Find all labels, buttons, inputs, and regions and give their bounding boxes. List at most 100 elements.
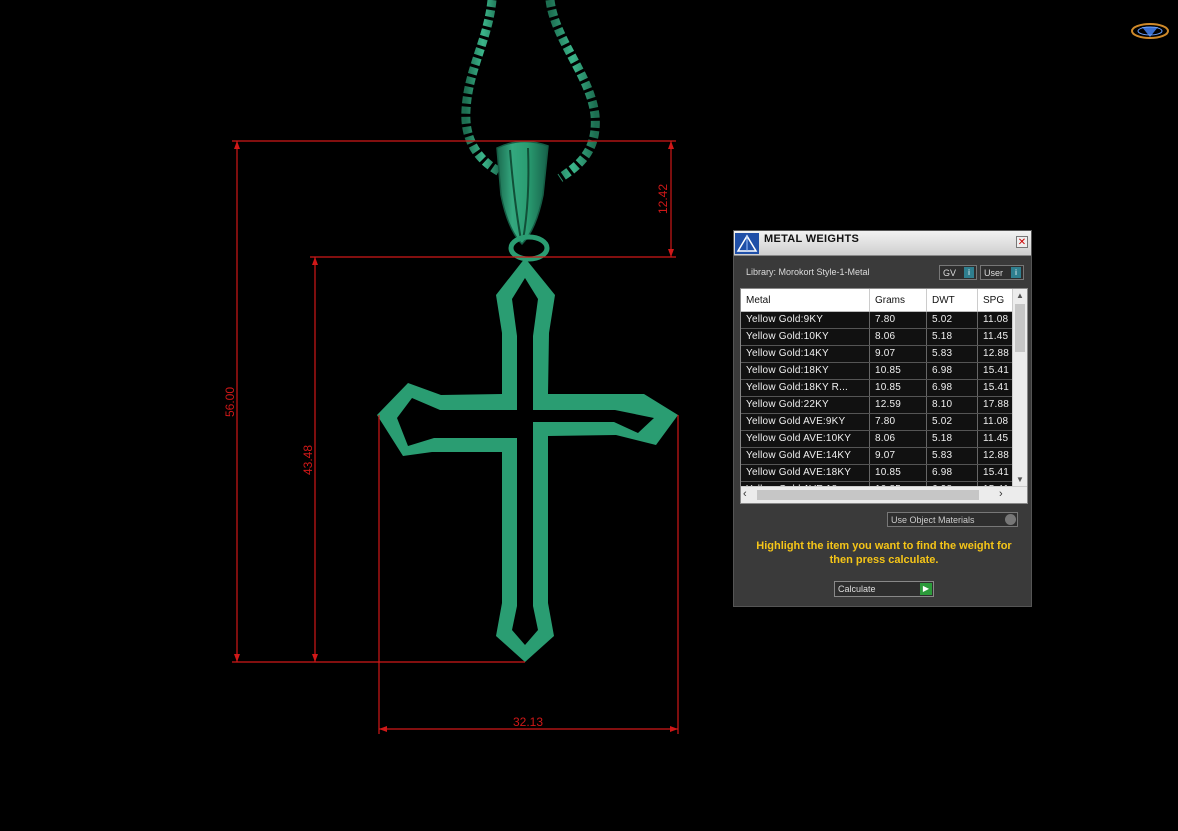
column-divider xyxy=(869,312,870,328)
panel-title: METAL WEIGHTS xyxy=(764,233,860,245)
col-header-grams[interactable]: Grams xyxy=(875,295,905,306)
cell-spg: 15.41 xyxy=(983,365,1010,376)
column-divider xyxy=(869,431,870,447)
table-row[interactable]: Yellow Gold:14KY 9.07 5.83 12.88 xyxy=(741,346,1013,363)
col-header-dwt[interactable]: DWT xyxy=(932,295,955,306)
table-row[interactable]: Yellow Gold AVE:14KY 9.07 5.83 12.88 xyxy=(741,448,1013,465)
cell-spg: 11.08 xyxy=(983,314,1009,325)
column-divider xyxy=(926,414,927,430)
dim-width: 32.13 xyxy=(513,715,543,729)
column-divider xyxy=(926,329,927,345)
info-icon: i xyxy=(1011,267,1021,278)
table-row[interactable]: Yellow Gold:18KY R... 10.85 6.98 15.41 xyxy=(741,380,1013,397)
close-icon[interactable]: ✕ xyxy=(1016,236,1028,248)
cell-metal: Yellow Gold AVE:9KY xyxy=(746,416,846,427)
table-row[interactable]: Yellow Gold:10KY 8.06 5.18 11.45 xyxy=(741,329,1013,346)
user-toggle-label: User xyxy=(984,268,1004,278)
cross-pendant xyxy=(377,258,678,662)
scroll-left-icon[interactable]: ‹ xyxy=(743,487,747,502)
cell-metal: Yellow Gold AVE:18KY xyxy=(746,467,852,478)
column-divider xyxy=(926,431,927,447)
column-divider xyxy=(977,380,978,396)
cell-metal: Yellow Gold:9KY xyxy=(746,314,824,325)
library-label: Library: Morokort Style-1-Metal xyxy=(746,267,870,277)
dim-total-height: 56.00 xyxy=(223,387,237,417)
table-row[interactable]: Yellow Gold AVE:18KY 10.85 6.98 15.41 xyxy=(741,465,1013,482)
gv-toggle[interactable]: GV i xyxy=(939,265,977,280)
cell-spg: 17.88 xyxy=(983,399,1010,410)
column-divider xyxy=(926,346,927,362)
cell-dwt: 6.98 xyxy=(932,365,953,376)
column-divider xyxy=(869,465,870,481)
table-row[interactable]: Yellow Gold AVE:9KY 7.80 5.02 11.08 xyxy=(741,414,1013,431)
dimension-lines xyxy=(232,140,679,734)
column-divider xyxy=(977,312,978,328)
column-divider xyxy=(869,397,870,413)
radio-icon xyxy=(1005,514,1016,525)
table-row[interactable]: Yellow Gold:18KY 10.85 6.98 15.41 xyxy=(741,363,1013,380)
cell-metal: Yellow Gold:18KY xyxy=(746,365,829,376)
cell-dwt: 5.83 xyxy=(932,450,953,461)
column-divider xyxy=(869,448,870,464)
panel-titlebar[interactable]: METAL WEIGHTS ✕ xyxy=(734,231,1031,256)
cell-grams: 10.85 xyxy=(875,382,902,393)
use-object-materials-label: Use Object Materials xyxy=(891,515,975,525)
play-icon: ▶ xyxy=(920,583,932,595)
table-body: Yellow Gold:9KY 7.80 5.02 11.08 Yellow Gold:… xyxy=(741,312,1013,499)
cell-dwt: 5.02 xyxy=(932,314,953,325)
column-divider xyxy=(869,380,870,396)
cell-dwt: 5.83 xyxy=(932,348,953,359)
col-header-metal[interactable]: Metal xyxy=(746,295,770,306)
info-icon: i xyxy=(964,267,974,278)
scroll-up-icon[interactable]: ▲ xyxy=(1013,289,1027,303)
pendant-bail xyxy=(496,140,550,262)
vertical-scrollbar[interactable]: ▲ ▼ xyxy=(1012,289,1027,487)
cell-spg: 12.88 xyxy=(983,348,1010,359)
table-row[interactable]: Yellow Gold:22KY 12.59 8.10 17.88 xyxy=(741,397,1013,414)
metal-table[interactable]: Metal Grams DWT SPG Yellow Gold:9KY 7.80 5… xyxy=(740,288,1028,504)
cell-grams: 7.80 xyxy=(875,416,896,427)
cell-spg: 15.41 xyxy=(983,467,1010,478)
dim-bail-height: 12.42 xyxy=(656,184,670,214)
scroll-thumb-horizontal[interactable] xyxy=(757,490,979,500)
cell-spg: 11.08 xyxy=(983,416,1009,427)
metal-weights-panel: METAL WEIGHTS ✕ Library: Morokort Style-… xyxy=(733,230,1032,607)
cell-grams: 12.59 xyxy=(875,399,902,410)
cell-spg: 15.41 xyxy=(983,382,1010,393)
col-header-spg[interactable]: SPG xyxy=(983,295,1004,306)
column-divider xyxy=(926,465,927,481)
cell-metal: Yellow Gold AVE:10KY xyxy=(746,433,852,444)
cell-metal: Yellow Gold:22KY xyxy=(746,399,829,410)
dimension-arrows xyxy=(234,141,678,732)
column-divider xyxy=(977,431,978,447)
calculate-label: Calculate xyxy=(838,584,876,594)
cell-grams: 10.85 xyxy=(875,467,902,478)
column-divider xyxy=(977,346,978,362)
cell-grams: 9.07 xyxy=(875,348,896,359)
cell-dwt: 6.98 xyxy=(932,467,953,478)
cell-metal: Yellow Gold:10KY xyxy=(746,331,829,342)
scroll-thumb[interactable] xyxy=(1015,304,1025,352)
cell-dwt: 5.02 xyxy=(932,416,953,427)
corner-logo xyxy=(1131,23,1169,39)
column-divider xyxy=(926,312,927,328)
table-row[interactable]: Yellow Gold:9KY 7.80 5.02 11.08 xyxy=(741,312,1013,329)
gv-toggle-label: GV xyxy=(943,268,957,278)
cell-grams: 7.80 xyxy=(875,314,896,325)
table-row[interactable]: Yellow Gold AVE:10KY 8.06 5.18 11.45 xyxy=(741,431,1013,448)
column-divider xyxy=(926,448,927,464)
column-divider xyxy=(977,448,978,464)
hint-text: Highlight the item you want to find the … xyxy=(756,540,1012,566)
horizontal-scrollbar[interactable]: ‹ › xyxy=(741,486,1027,503)
scroll-right-icon[interactable]: › xyxy=(999,487,1003,502)
cell-spg: 11.45 xyxy=(983,433,1009,444)
cell-dwt: 5.18 xyxy=(932,331,953,342)
scroll-down-icon[interactable]: ▼ xyxy=(1013,473,1027,487)
user-toggle[interactable]: User i xyxy=(980,265,1024,280)
cell-metal: Yellow Gold AVE:14KY xyxy=(746,450,852,461)
cell-grams: 8.06 xyxy=(875,433,896,444)
use-object-materials-option[interactable]: Use Object Materials xyxy=(887,512,1018,527)
column-divider xyxy=(869,346,870,362)
calculate-button[interactable]: Calculate ▶ xyxy=(834,581,934,597)
cell-metal: Yellow Gold:18KY R... xyxy=(746,382,849,393)
